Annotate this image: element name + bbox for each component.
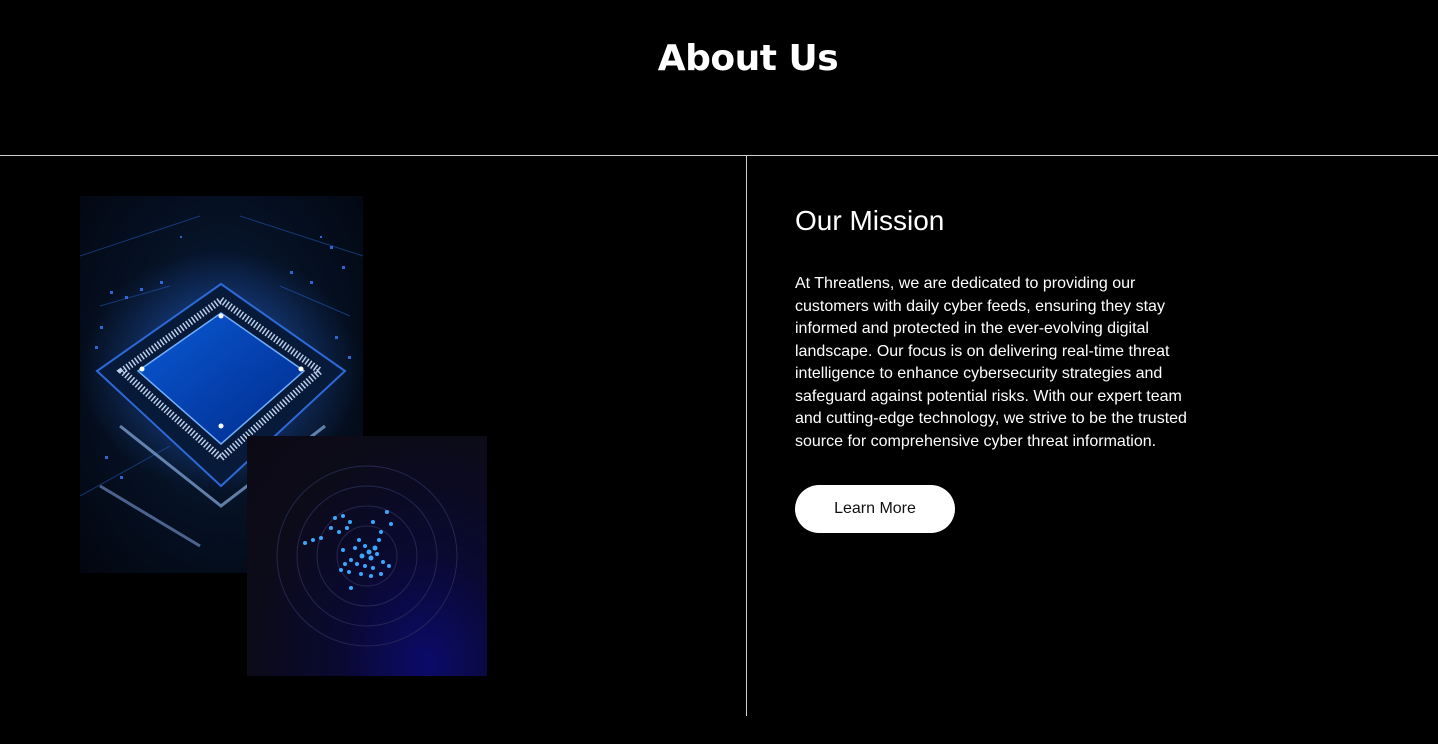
- vertical-divider: [746, 156, 747, 716]
- mission-heading: Our Mission: [795, 205, 945, 236]
- learn-more-button[interactable]: Learn More: [795, 485, 955, 533]
- about-page: About Us Our Mission At Threatlens, we a…: [0, 0, 1438, 744]
- radar-dots-icon: [276, 465, 458, 647]
- radar-dots-image: [247, 436, 487, 676]
- horizontal-divider: [0, 155, 1438, 156]
- page-title: About Us: [657, 38, 839, 79]
- mission-description: At Threatlens, we are dedicated to provi…: [795, 275, 1187, 450]
